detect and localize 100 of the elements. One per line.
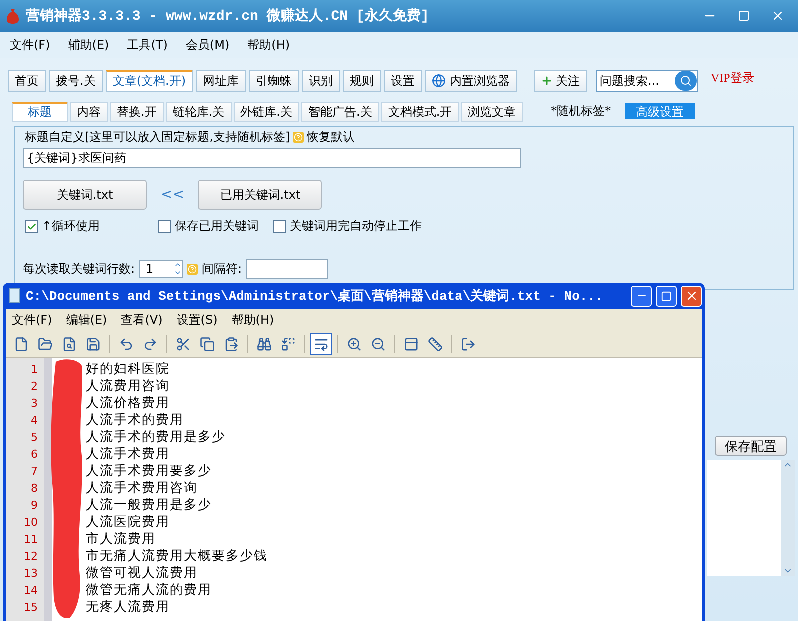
line-number: 3: [30, 396, 39, 412]
maximize-button[interactable]: [656, 286, 677, 306]
line-number: 10: [23, 515, 39, 531]
notepad-icon: [8, 288, 22, 304]
undo-icon: [118, 336, 134, 352]
maximize-icon: [738, 10, 750, 22]
search-icon: [680, 75, 692, 87]
separator-label: 间隔符:: [202, 260, 242, 278]
menu-item[interactable]: 帮助(H): [248, 36, 290, 54]
line-number: 6: [30, 447, 39, 463]
restore-default-link[interactable]: 恢复默认: [307, 129, 356, 146]
text-line: 市无痛人流费用大概要多少钱: [86, 548, 268, 565]
subtab[interactable]: 智能广告.关: [301, 102, 380, 122]
title-input[interactable]: {关键词}求医问药: [23, 148, 521, 168]
tab[interactable]: 设置: [384, 70, 422, 92]
checkbox[interactable]: [158, 220, 172, 233]
menu-item[interactable]: 设置(S): [176, 312, 218, 328]
line-number: 1: [30, 362, 39, 378]
transfer-arrow: <<: [161, 187, 184, 203]
minimize-button[interactable]: [631, 286, 652, 306]
checkbox-label: 关键词用完自动停止工作: [290, 218, 422, 235]
text-line: 好的妇科医院: [86, 361, 171, 378]
zoom-in-icon: [346, 336, 362, 352]
tab[interactable]: 内置浏览器: [425, 70, 518, 92]
tab[interactable]: 引蜘蛛: [249, 70, 300, 92]
text-line: 无疼人流费用: [86, 599, 171, 616]
line-number: 2: [30, 379, 39, 395]
line-number: 7: [30, 464, 39, 480]
text-line: 市人流费用: [86, 531, 157, 548]
checkbox[interactable]: [25, 220, 38, 233]
text-line: 人流手术费用咨询: [86, 480, 199, 497]
replace-icon: [280, 336, 296, 352]
open-folder-icon: [38, 336, 52, 352]
subtab[interactable]: 链轮库.关: [166, 102, 232, 122]
line-number: 8: [30, 481, 39, 497]
tab[interactable]: 网址库: [196, 70, 246, 92]
text-line: 微管可视人流费用: [86, 565, 199, 582]
random-tag-label[interactable]: *随机标签*: [551, 102, 612, 120]
binoculars-icon: [256, 336, 272, 352]
subtab[interactable]: 浏览文章: [461, 102, 524, 122]
menu-item[interactable]: 工具(T): [127, 36, 168, 54]
tab[interactable]: 文章(文档.开): [106, 70, 194, 92]
menu-item[interactable]: 查看(V): [121, 312, 163, 328]
menu-item[interactable]: 辅助(E): [68, 36, 110, 54]
menu-item[interactable]: 文件(F): [10, 36, 50, 54]
text-line: 人流费用咨询: [86, 378, 171, 395]
subtab[interactable]: 文档模式.开: [381, 102, 460, 122]
follow-button[interactable]: 关注: [534, 70, 588, 92]
new-file-icon: [14, 336, 28, 352]
word-wrap-icon: [314, 336, 328, 352]
line-number: 11: [23, 532, 39, 548]
save-config-button[interactable]: 保存配置: [715, 436, 787, 456]
tab[interactable]: 首页: [8, 70, 46, 92]
menu-item[interactable]: 文件(F): [12, 312, 52, 328]
subtab[interactable]: 外链库.关: [234, 102, 300, 122]
lines-spinner[interactable]: 1: [139, 260, 184, 278]
search-button[interactable]: [675, 71, 698, 91]
advanced-settings-button[interactable]: 高级设置: [625, 103, 696, 119]
search-field[interactable]: 问题搜索...: [596, 70, 698, 92]
tab[interactable]: 识别: [302, 70, 340, 92]
text-line: 人流一般费用是多少: [86, 497, 213, 514]
copy-icon: [200, 336, 214, 352]
used-keyword-file-button[interactable]: 已用关键词.txt: [198, 180, 322, 210]
exit-icon: [460, 336, 476, 352]
close-button[interactable]: [681, 286, 702, 306]
lines-per-read-label: 每次读取关键词行数:: [23, 260, 136, 278]
text-line: 人流手术的费用: [86, 412, 185, 429]
menu-item[interactable]: 编辑(E): [66, 312, 108, 328]
panel-icon: [404, 336, 418, 352]
menu-item[interactable]: 会员(M): [186, 36, 230, 54]
word-wrap-button[interactable]: [310, 333, 332, 355]
subtab[interactable]: 内容: [70, 102, 108, 122]
menu-item[interactable]: 帮助(H): [232, 312, 274, 328]
text-line: 人流价格费用: [86, 395, 171, 412]
checkbox[interactable]: [273, 220, 286, 233]
line-number: 13: [23, 566, 39, 582]
save-icon: [86, 336, 100, 352]
close-icon: [771, 9, 785, 23]
separator-input[interactable]: [246, 259, 328, 279]
text-line: 人流手术费用要多少: [86, 463, 213, 480]
search-input[interactable]: 问题搜索...: [597, 74, 676, 88]
line-number: 9: [30, 498, 39, 514]
cut-icon: [176, 336, 190, 352]
scrollbar[interactable]: [781, 460, 795, 576]
keyword-file-button[interactable]: 关键词.txt: [23, 180, 147, 210]
vip-login-link[interactable]: VIP登录: [711, 70, 754, 86]
text-line: 人流医院费用: [86, 514, 171, 531]
line-number: 12: [23, 549, 39, 565]
checkbox-label: ↑循环使用: [42, 218, 100, 235]
tab[interactable]: 规则: [343, 70, 382, 92]
line-number: 14: [23, 583, 39, 599]
zoom-out-icon: [370, 336, 386, 352]
subtab[interactable]: 标题: [12, 102, 68, 122]
text-line: 人流手术的费用是多少: [86, 429, 227, 446]
text-line: 微管无痛人流的费用: [86, 582, 213, 599]
text-line: 人流手术费用: [86, 446, 171, 463]
file-search-icon: [62, 336, 76, 352]
text-editor[interactable]: 1 2 3 4 5 6 7 8 9 10 11 12 13 14 15 好的妇科医院 人流费用咨询 人流价格费用 人流手术的费用 人流手术的费用是多少 人流手术费用 人流手术费用要多少 人流手术费用咨询 人流一般费用是多少 人流医院费用 市人流费用 市无痛人流费用大概要多少钱 微管可视人流费用 微管无痛人流的费用 无疼人流费用: [6, 358, 702, 621]
subtab[interactable]: 替换.开: [110, 102, 164, 122]
tab[interactable]: 拨号.关: [49, 70, 103, 92]
